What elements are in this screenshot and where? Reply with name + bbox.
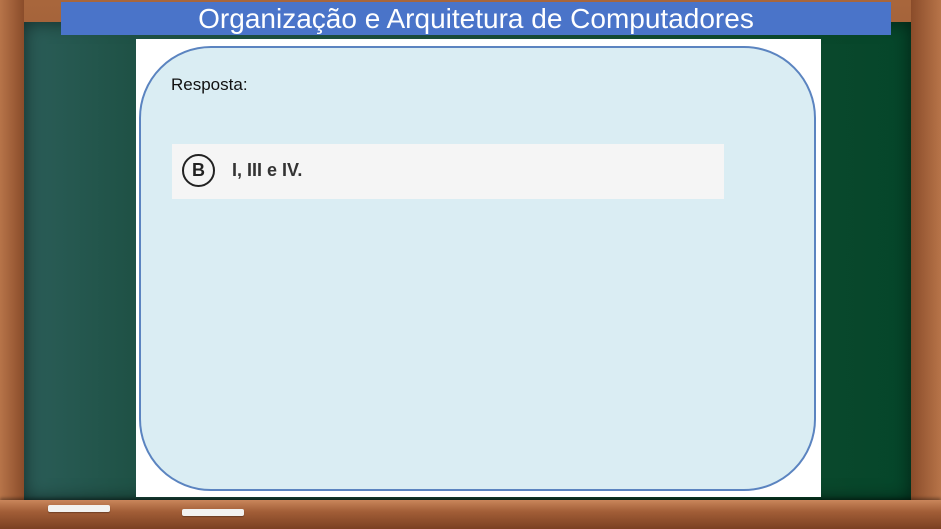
frame-left-edge <box>0 0 24 529</box>
answer-bubble <box>139 46 816 491</box>
slide-title: Organização e Arquitetura de Computadore… <box>61 2 891 35</box>
answer-text: I, III e IV. <box>232 160 303 180</box>
answer-letter-badge: B <box>182 154 215 187</box>
chalk-tray <box>0 500 941 529</box>
answer-option: B I, III e IV. <box>172 144 724 199</box>
response-label: Resposta: <box>171 75 248 94</box>
frame-right-edge <box>911 0 941 529</box>
chalk-piece <box>182 509 244 516</box>
chalk-piece <box>48 505 110 512</box>
